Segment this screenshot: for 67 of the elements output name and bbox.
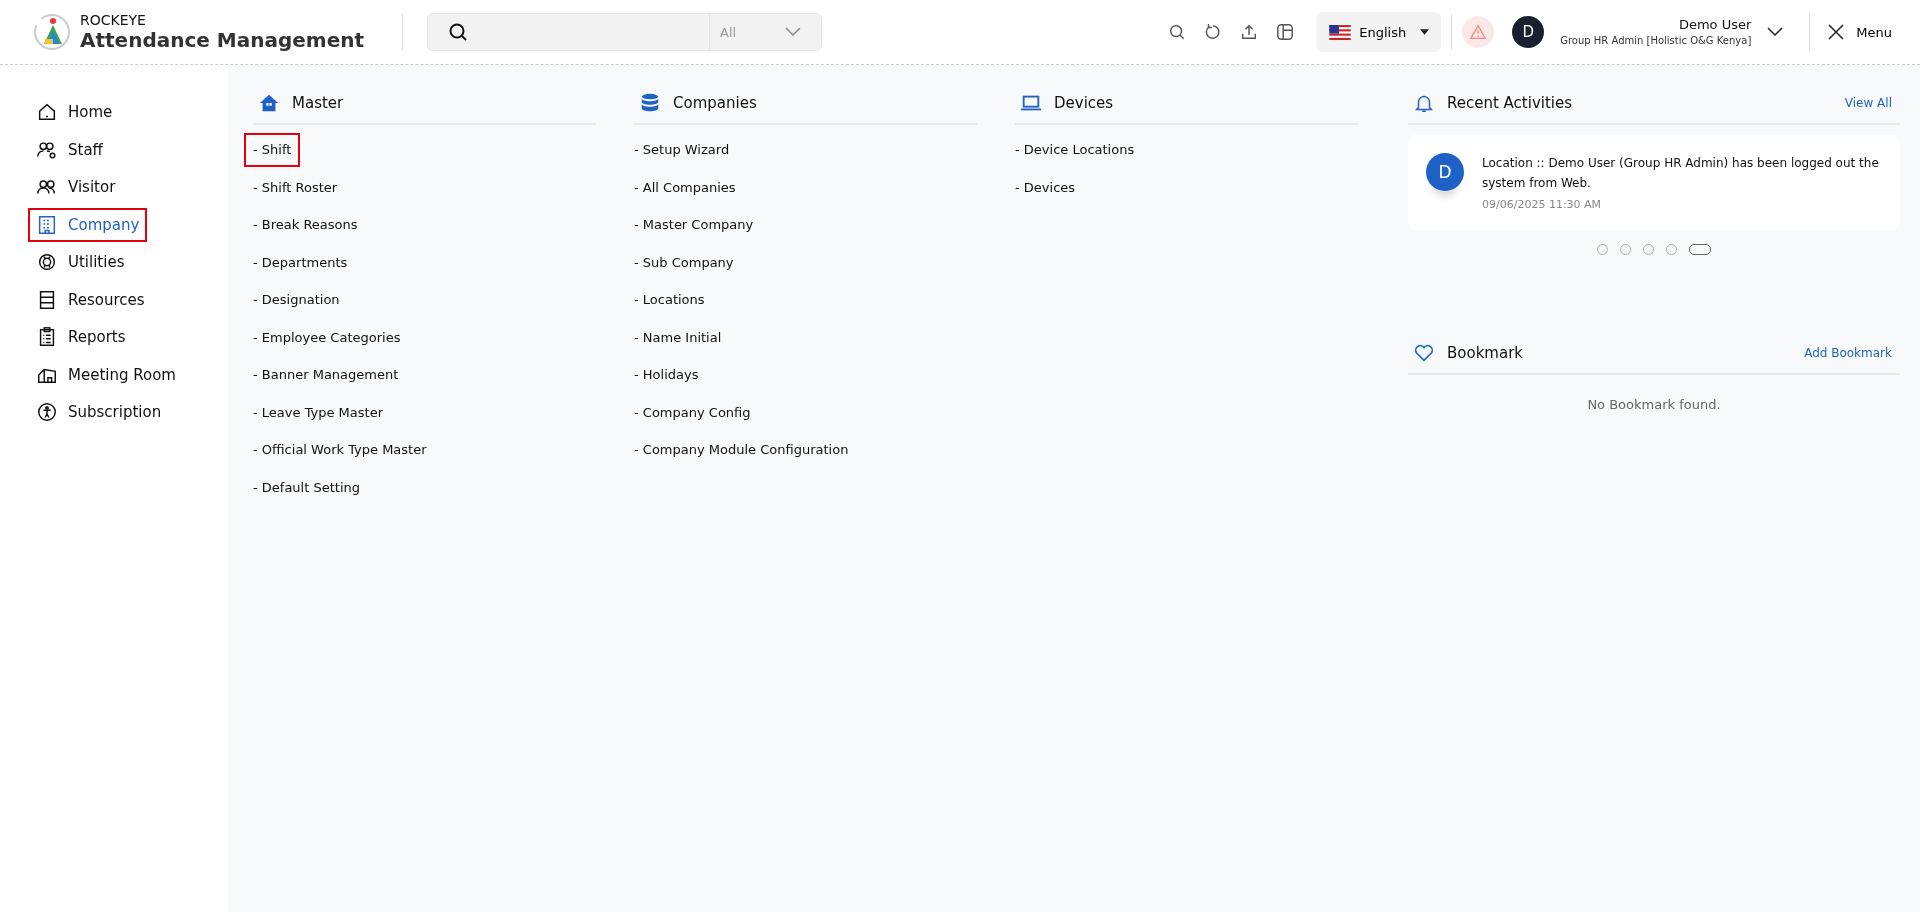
user-name: Demo User	[1678, 15, 1752, 34]
menu-link[interactable]: - Device Locations	[1006, 133, 1144, 167]
menu-link[interactable]: - Official Work Type Master	[244, 433, 436, 467]
database-icon	[639, 92, 661, 114]
sidebar-item[interactable]: Company	[28, 207, 148, 242]
menu-link[interactable]: - Devices	[1006, 170, 1085, 204]
menu-link[interactable]: - Departments	[244, 245, 357, 279]
section-title: Recent Activities	[1447, 94, 1573, 112]
menu-button[interactable]: Menu	[1820, 24, 1900, 40]
chevron-down-icon	[785, 27, 802, 37]
view-all-link[interactable]: View All	[1844, 96, 1900, 110]
refresh-icon[interactable]	[1204, 23, 1223, 41]
menu-link[interactable]: - Employee Categories	[244, 320, 410, 354]
sidebar-item[interactable]: Utilities	[28, 245, 133, 279]
caret-icon	[1420, 29, 1430, 35]
chevron-down-icon[interactable]	[1767, 27, 1784, 37]
sidebar-item[interactable]: Subscription	[28, 395, 170, 429]
lifebuoy-icon	[36, 251, 58, 273]
menu-link[interactable]: - Locations	[625, 283, 714, 317]
empty-message: No Bookmark found.	[1586, 397, 1722, 412]
sidebar-item[interactable]: Staff	[28, 132, 111, 167]
sidebar-item[interactable]: Home	[28, 95, 121, 129]
warning-icon	[1469, 23, 1488, 41]
layout-icon[interactable]	[1276, 23, 1295, 41]
flag-icon	[1329, 24, 1352, 40]
menu-link[interactable]: - Company Module Configuration	[625, 433, 858, 467]
menu-link[interactable]: - Leave Type Master	[244, 395, 392, 429]
menu-link[interactable]: - Break Reasons	[244, 208, 367, 242]
user-role: Group HR Admin [Holistic O&G Kenya]	[1560, 34, 1752, 49]
activity-text: Location :: Demo User (Group HR Admin) has been logged out the system from Web.	[1482, 155, 1880, 192]
search-icon[interactable]	[1168, 23, 1187, 41]
menu-link[interactable]: - Designation	[244, 283, 349, 317]
menu-link[interactable]: - Holidays	[625, 358, 708, 392]
language-selector[interactable]: English	[1317, 12, 1442, 52]
menu-link[interactable]: - Shift	[244, 133, 301, 167]
heart-icon	[1413, 342, 1435, 364]
menu-link[interactable]: - Banner Management	[244, 358, 408, 392]
logo-icon	[32, 12, 72, 52]
accessibility-icon	[36, 401, 58, 423]
section-title: Companies	[673, 94, 757, 112]
section-title: Master	[292, 94, 344, 112]
search-icon	[448, 22, 469, 42]
house-icon	[36, 101, 58, 123]
house-icon	[258, 92, 280, 114]
add-bookmark-link[interactable]: Add Bookmark	[1804, 346, 1900, 360]
sidebar-item[interactable]: Resources	[28, 282, 153, 317]
menu-link[interactable]: - All Companies	[625, 170, 745, 204]
user-avatar[interactable]: D	[1512, 16, 1545, 48]
activity-avatar: D	[1426, 153, 1464, 191]
menu-link[interactable]: - Sub Company	[625, 245, 743, 279]
brand-name: ROCKEYE	[80, 13, 147, 29]
section-title: Devices	[1054, 94, 1114, 112]
menu-link[interactable]: - Master Company	[625, 208, 763, 242]
menu-link[interactable]: - Company Config	[625, 395, 760, 429]
menu-link[interactable]: - Shift Roster	[244, 170, 347, 204]
upload-icon[interactable]	[1240, 23, 1259, 41]
activity-time: 09/06/2025 11:30 AM	[1482, 198, 1602, 211]
building-icon	[36, 213, 58, 236]
sidebar-item[interactable]: Visitor	[28, 170, 124, 204]
section-title: Bookmark	[1447, 344, 1523, 362]
menu-link[interactable]: - Default Setting	[244, 470, 369, 504]
app-title: Attendance Management	[80, 28, 365, 51]
menu-link[interactable]: - Name Initial	[625, 320, 731, 354]
sidebar-item[interactable]: Reports	[28, 320, 134, 354]
sidebar-item[interactable]: Meeting Room	[28, 357, 184, 392]
close-icon	[1828, 24, 1845, 40]
menu-link[interactable]: - Setup Wizard	[625, 133, 739, 167]
